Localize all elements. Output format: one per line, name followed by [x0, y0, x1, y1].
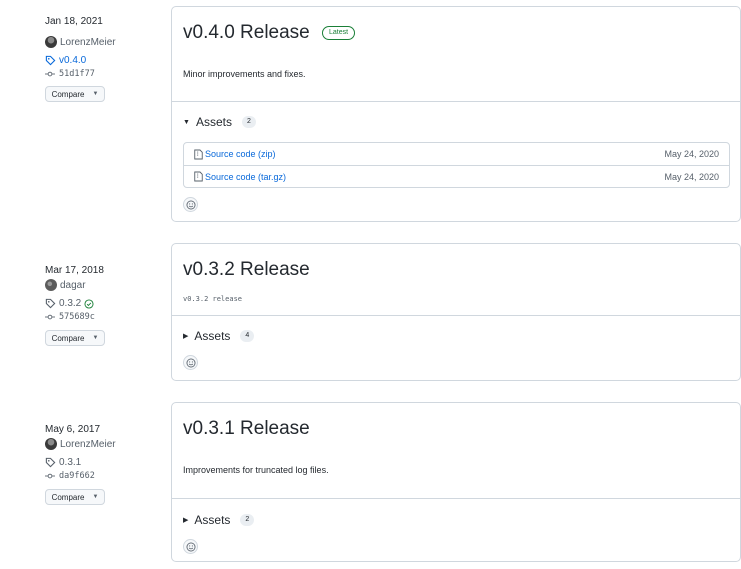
asset-date: May 24, 2020	[664, 149, 719, 159]
release-card: v0.4.0 Release Latest Minor improvements…	[171, 6, 741, 222]
divider	[172, 101, 740, 102]
release-description: v0.3.2 release	[183, 295, 243, 303]
git-commit-icon	[45, 314, 55, 320]
tag-icon	[45, 457, 56, 468]
asset-name: Source code (tar.gz)	[205, 171, 287, 182]
release-title[interactable]: v0.3.1 Release	[183, 418, 310, 440]
compare-button[interactable]: Compare ▼	[45, 330, 105, 346]
file-zip-icon	[194, 149, 203, 159]
tag-link[interactable]: v0.4.0	[45, 55, 86, 66]
commit-link[interactable]: da9f662	[45, 471, 95, 481]
tag-link[interactable]: 0.3.2	[45, 298, 97, 309]
release-card: v0.3.2 Release v0.3.2 release ▶ Assets 4	[171, 243, 741, 381]
smiley-icon	[186, 200, 195, 209]
commit-sha: 575689c	[59, 312, 95, 322]
tag-link[interactable]: 0.3.1	[45, 457, 81, 468]
triangle-right-icon: ▶	[183, 333, 189, 340]
release-date: Jan 18, 2021	[45, 16, 103, 27]
tag-label: v0.4.0	[59, 55, 87, 66]
commit-sha: 51d1f77	[59, 69, 95, 79]
add-reaction-button[interactable]	[183, 539, 198, 554]
git-commit-icon	[45, 71, 55, 77]
release-title[interactable]: v0.4.0 Release	[183, 22, 310, 44]
chevron-down-icon: ▼	[92, 494, 99, 500]
release-date: May 6, 2017	[45, 424, 101, 435]
asset-date: May 24, 2020	[664, 171, 719, 182]
add-reaction-button[interactable]	[183, 355, 198, 370]
assets-label: Assets	[194, 329, 231, 343]
assets-count: 2	[240, 514, 255, 526]
author-name: dagar	[60, 279, 86, 291]
avatar	[45, 279, 57, 291]
release-date: Mar 17, 2018	[45, 265, 104, 276]
assets-toggle[interactable]: ▼ Assets 2	[183, 115, 256, 129]
author-link[interactable]: dagar	[45, 279, 86, 291]
tag-label: 0.3.1	[59, 457, 82, 468]
chevron-down-icon: ▼	[92, 91, 99, 97]
tag-label: 0.3.2	[59, 298, 82, 309]
tag-icon	[45, 55, 56, 66]
author-link[interactable]: LorenzMeier	[45, 36, 116, 48]
author-name: LorenzMeier	[60, 438, 116, 450]
assets-toggle[interactable]: ▶ Assets 4	[183, 329, 255, 343]
assets-toggle[interactable]: ▶ Assets 2	[183, 513, 255, 527]
git-commit-icon	[45, 473, 55, 479]
compare-button[interactable]: Compare ▼	[45, 86, 105, 102]
commit-sha: da9f662	[59, 471, 95, 481]
compare-label: Compare	[51, 492, 85, 502]
assets-count: 4	[240, 330, 255, 342]
list-item: Source code (tar.gz) May 24, 2020	[184, 165, 729, 187]
avatar	[45, 36, 57, 48]
compare-button[interactable]: Compare ▼	[45, 489, 105, 505]
asset-name: Source code (zip)	[205, 149, 276, 159]
add-reaction-button[interactable]	[183, 197, 198, 212]
commit-link[interactable]: 575689c	[45, 312, 95, 322]
author-name: LorenzMeier	[60, 36, 116, 48]
list-item: Source code (zip) May 24, 2020	[184, 143, 729, 165]
tag-icon	[45, 298, 56, 309]
commit-link[interactable]: 51d1f77	[45, 69, 95, 79]
compare-label: Compare	[51, 89, 85, 99]
asset-list: Source code (zip) May 24, 2020 Source co…	[183, 142, 730, 188]
check-circle-icon	[84, 298, 94, 309]
author-link[interactable]: LorenzMeier	[45, 438, 116, 450]
divider	[172, 498, 740, 499]
asset-link[interactable]: Source code (tar.gz)	[194, 171, 286, 182]
avatar	[45, 438, 57, 450]
file-zip-icon	[194, 171, 203, 182]
compare-label: Compare	[51, 333, 85, 343]
smiley-icon	[186, 542, 195, 551]
chevron-down-icon: ▼	[92, 335, 99, 341]
asset-link[interactable]: Source code (zip)	[194, 149, 276, 160]
assets-count: 2	[241, 116, 256, 128]
release-description: Minor improvements and fixes.	[183, 69, 306, 79]
triangle-down-icon: ▼	[183, 118, 190, 126]
release-description: Improvements for truncated log files.	[183, 465, 329, 475]
triangle-right-icon: ▶	[183, 517, 189, 524]
divider	[172, 315, 740, 316]
release-card: v0.3.1 Release Improvements for truncate…	[171, 402, 741, 562]
assets-label: Assets	[194, 513, 231, 527]
latest-badge: Latest	[322, 26, 356, 40]
assets-label: Assets	[195, 115, 232, 129]
smiley-icon	[186, 358, 195, 367]
release-title[interactable]: v0.3.2 Release	[183, 259, 310, 281]
